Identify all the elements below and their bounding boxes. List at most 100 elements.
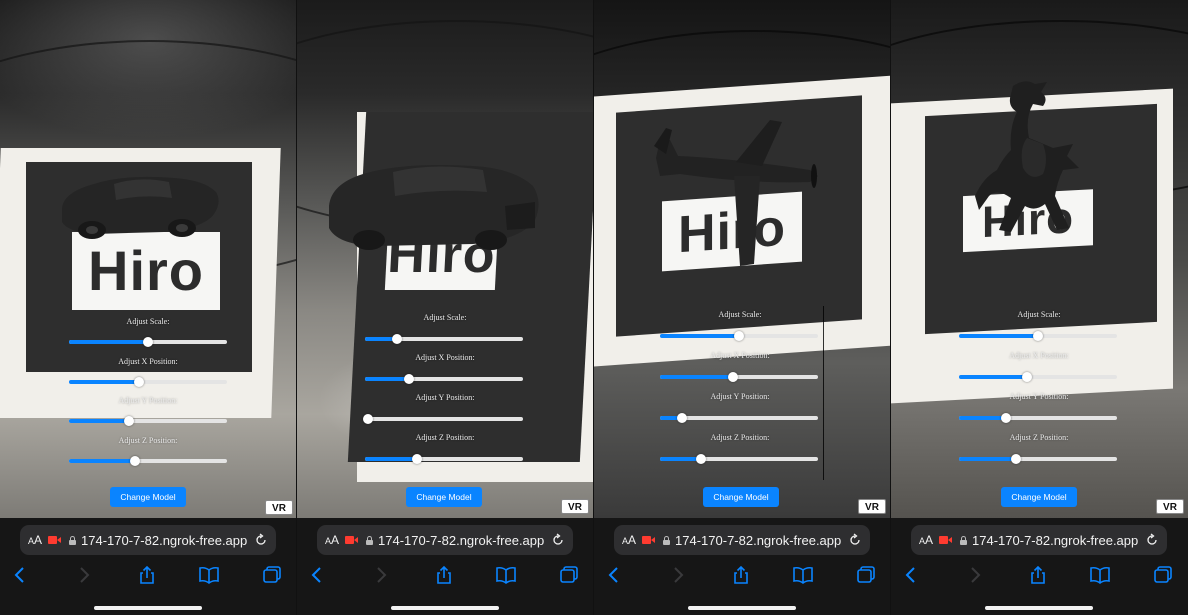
slider-thumb[interactable] [727, 372, 738, 382]
reload-icon[interactable] [848, 533, 862, 547]
bookmarks-icon[interactable] [199, 566, 219, 584]
share-icon[interactable] [1028, 566, 1048, 584]
browser-chrome: AA 174-170-7-82.ngrok-free.app [891, 518, 1188, 615]
bookmarks-icon[interactable] [496, 566, 516, 584]
scale-label: Adjust Scale: [1017, 310, 1061, 319]
share-icon[interactable] [137, 566, 157, 584]
slider-thumb[interactable] [734, 331, 744, 341]
x-position-slider[interactable] [959, 372, 1117, 382]
home-indicator [688, 606, 796, 610]
slider-thumb[interactable] [1021, 372, 1032, 382]
z-position-slider[interactable] [959, 454, 1117, 464]
slider-thumb[interactable] [404, 374, 415, 384]
x-position-label: Adjust X Position: [118, 357, 178, 366]
vr-button[interactable]: VR [858, 499, 886, 514]
change-model-button[interactable]: Change Model [1001, 487, 1077, 507]
slider-thumb[interactable] [412, 454, 423, 464]
change-model-button[interactable]: Change Model [406, 487, 482, 507]
vr-button[interactable]: VR [561, 499, 589, 514]
slider-thumb[interactable] [363, 414, 374, 424]
phone-screen-2: Hiro Adjust Scale: Adjust X Position: Ad… [297, 0, 594, 615]
bookmarks-icon[interactable] [1090, 566, 1110, 584]
y-position-slider[interactable] [69, 416, 227, 426]
camera-recording-icon [345, 536, 359, 544]
slider-thumb[interactable] [143, 337, 153, 347]
y-position-slider[interactable] [959, 413, 1117, 423]
y-position-slider[interactable] [363, 414, 523, 424]
reload-icon[interactable] [1145, 533, 1159, 547]
share-icon[interactable] [434, 566, 454, 584]
slider-thumb[interactable] [133, 377, 144, 387]
reload-icon[interactable] [254, 533, 268, 547]
z-position-label: Adjust Z Position: [710, 433, 770, 442]
home-indicator [391, 606, 499, 610]
back-icon[interactable] [307, 566, 327, 584]
address-bar[interactable]: AA 174-170-7-82.ngrok-free.app [20, 525, 276, 555]
scale-label: Adjust Scale: [718, 310, 762, 319]
phone-screen-4: Hiro Adjust Scale: Adjust X Position: Ad… [891, 0, 1188, 615]
bookmarks-icon[interactable] [793, 566, 813, 584]
reload-icon[interactable] [551, 533, 565, 547]
browser-toolbar [297, 562, 593, 588]
forward-icon[interactable] [965, 566, 985, 584]
forward-icon[interactable] [668, 566, 688, 584]
slider-thumb[interactable] [696, 454, 707, 464]
z-position-slider[interactable] [365, 454, 523, 464]
scale-slider[interactable] [69, 337, 227, 347]
scale-label: Adjust Scale: [423, 313, 467, 322]
back-icon[interactable] [10, 566, 30, 584]
scale-slider[interactable] [660, 331, 818, 341]
vr-button[interactable]: VR [1156, 499, 1184, 514]
slider-thumb[interactable] [130, 456, 141, 466]
y-position-slider[interactable] [660, 413, 818, 423]
tabs-icon[interactable] [559, 566, 579, 584]
slider-thumb[interactable] [391, 334, 402, 344]
x-position-slider[interactable] [69, 377, 227, 387]
tabs-icon[interactable] [1153, 566, 1173, 584]
divider-line [823, 306, 824, 480]
url-text: 174-170-7-82.ngrok-free.app [378, 532, 545, 548]
slider-thumb[interactable] [124, 416, 135, 426]
slider-thumb[interactable] [1010, 454, 1021, 464]
share-icon[interactable] [731, 566, 751, 584]
forward-icon[interactable] [74, 566, 94, 584]
forward-icon[interactable] [371, 566, 391, 584]
x-position-slider[interactable] [365, 374, 523, 384]
address-bar[interactable]: AA 174-170-7-82.ngrok-free.app [614, 525, 870, 555]
reader-aa-button[interactable]: AA [919, 533, 933, 547]
slider-panel: Adjust Scale: Adjust X Position: Adjust … [0, 0, 296, 518]
change-model-button[interactable]: Change Model [703, 487, 779, 507]
back-icon[interactable] [604, 566, 624, 584]
z-position-slider[interactable] [69, 456, 227, 466]
tabs-icon[interactable] [856, 566, 876, 584]
phone-screen-3: Hiro Adjust Scale: Adjust X Position: Ad… [594, 0, 891, 615]
screenshot-strip: Hiro Adjust Scale: Adjust X Position: Ad… [0, 0, 1188, 615]
browser-chrome: AA 174-170-7-82.ngrok-free.app [594, 518, 890, 615]
scale-slider[interactable] [365, 334, 523, 344]
url-text: 174-170-7-82.ngrok-free.app [675, 532, 842, 548]
scale-slider[interactable] [959, 331, 1117, 341]
slider-thumb[interactable] [1033, 331, 1043, 341]
slider-thumb[interactable] [1001, 413, 1012, 423]
slider-thumb[interactable] [677, 413, 688, 423]
x-position-label: Adjust X Position: [710, 351, 770, 360]
lock-icon [663, 535, 671, 545]
home-indicator [985, 606, 1093, 610]
vr-button[interactable]: VR [265, 500, 293, 515]
tabs-icon[interactable] [262, 566, 282, 584]
x-position-slider[interactable] [660, 372, 818, 382]
browser-toolbar [0, 562, 296, 588]
reader-aa-button[interactable]: AA [325, 533, 339, 547]
change-model-button[interactable]: Change Model [110, 487, 186, 507]
z-position-slider[interactable] [660, 454, 818, 464]
camera-recording-icon [939, 536, 953, 544]
back-icon[interactable] [901, 566, 921, 584]
address-bar[interactable]: AA 174-170-7-82.ngrok-free.app [317, 525, 573, 555]
reader-aa-button[interactable]: AA [28, 533, 42, 547]
camera-recording-icon [642, 536, 656, 544]
camera-recording-icon [48, 536, 62, 544]
home-indicator [94, 606, 202, 610]
address-bar[interactable]: AA 174-170-7-82.ngrok-free.app [911, 525, 1167, 555]
reader-aa-button[interactable]: AA [622, 533, 636, 547]
x-position-label: Adjust X Position: [415, 353, 475, 362]
